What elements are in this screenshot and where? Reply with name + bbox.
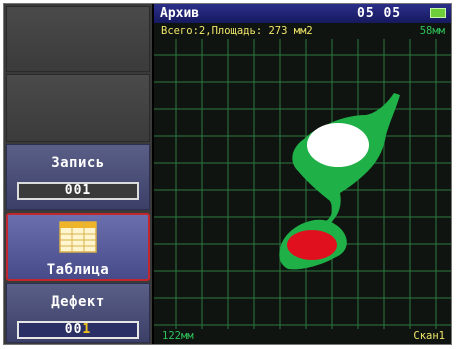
defect-value-field[interactable]: 001 <box>17 321 139 339</box>
table-icon <box>59 221 97 253</box>
sidebar: Запись 001 Таблица Дефект 001 <box>4 4 152 344</box>
title-bar: Архив 05 05 <box>154 4 451 23</box>
defect-summary: Всего:2,Площадь: 273 мм2 <box>161 25 313 37</box>
soft-key-1[interactable] <box>6 6 150 72</box>
depth-max-label: 58мм <box>419 25 445 37</box>
record-label: Запись <box>51 155 105 171</box>
defect-core-white <box>307 123 369 167</box>
screen-title: Архив <box>160 6 200 21</box>
soft-key-2[interactable] <box>6 74 150 142</box>
scan-label: Скан1 <box>413 330 445 342</box>
device-screen: Запись 001 Таблица Дефект 001 Архив 05 0… <box>3 3 452 345</box>
record-value-field[interactable]: 001 <box>17 182 139 200</box>
defect-value-digit: 1 <box>82 322 92 337</box>
archive-screen: Архив 05 05 Всего:2,Площадь: 273 мм2 58м… <box>154 4 451 344</box>
depth-min-label: 122мм <box>162 330 194 342</box>
record-panel[interactable]: Запись 001 <box>6 144 150 210</box>
defect-value-prefix: 00 <box>64 322 83 337</box>
defect-panel[interactable]: Дефект 001 <box>6 283 150 343</box>
battery-icon <box>430 8 446 18</box>
table-label: Таблица <box>46 262 110 278</box>
table-button[interactable]: Таблица <box>6 213 150 281</box>
defect-label: Дефект <box>51 294 105 310</box>
clock: 05 05 <box>357 6 402 21</box>
scan-plot <box>154 39 451 329</box>
defect-core-red <box>287 230 337 260</box>
